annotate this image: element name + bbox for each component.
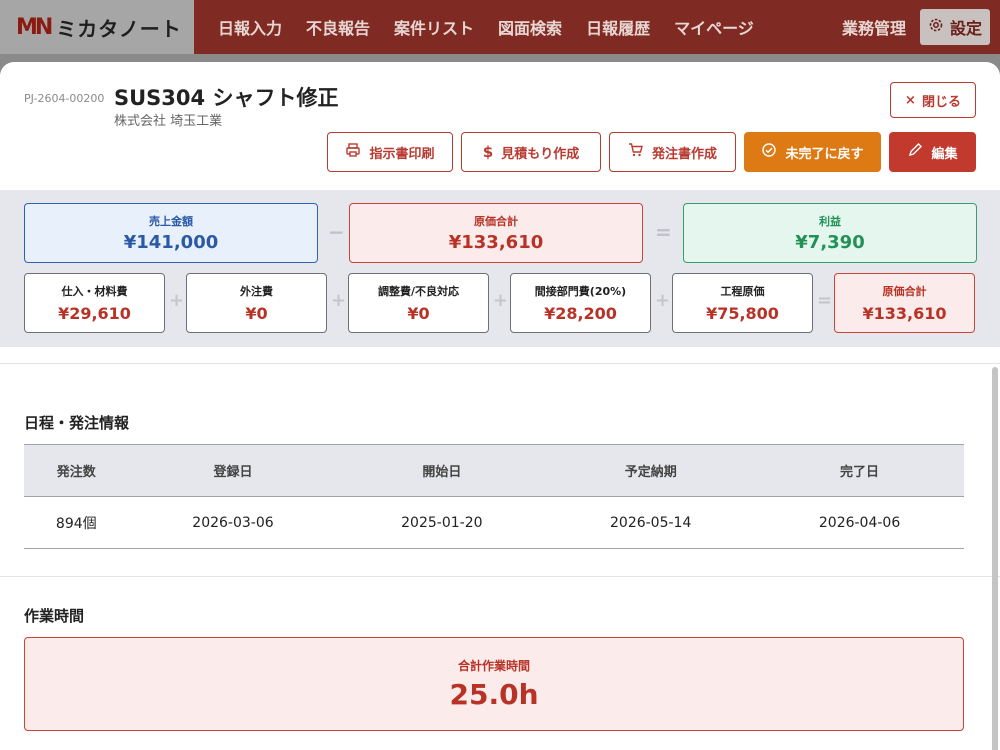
close-button[interactable]: × 閉じる bbox=[890, 82, 976, 118]
close-icon: × bbox=[905, 92, 916, 108]
equals-operator: = bbox=[655, 220, 672, 244]
edit-label: 編集 bbox=[931, 146, 958, 162]
incomplete-label: 未完了に戻す bbox=[785, 146, 864, 162]
breakdown-label: 間接部門費(20%) bbox=[534, 285, 627, 298]
schedule-table: 発注数 登録日 開始日 予定納期 完了日 894個 2026-03-06 202… bbox=[24, 444, 964, 549]
create-order-button[interactable]: 発注書作成 bbox=[609, 132, 736, 172]
total-work-time-value: 25.0h bbox=[449, 678, 539, 711]
top-nav: MN ミカタノート 日報入力 不良報告 案件リスト 図面検索 日報履歴 マイペー… bbox=[0, 0, 1000, 54]
profit-card: 利益 ¥7,390 bbox=[683, 203, 977, 263]
column-header: 発注数 bbox=[24, 444, 129, 497]
project-detail-sheet: PJ-2604-00200 SUS304 シャフト修正 株式会社 埼玉工業 × … bbox=[0, 62, 1000, 750]
nav-bar: 日報入力 不良報告 案件リスト 図面検索 日報履歴 マイページ 業務管理 設定 bbox=[194, 0, 1000, 54]
settings-button[interactable]: 設定 bbox=[919, 9, 990, 45]
nav-item-project-list[interactable]: 案件リスト bbox=[394, 15, 474, 39]
breakdown-value: ¥133,610 bbox=[862, 304, 947, 323]
nav-item-drawing-search[interactable]: 図面検索 bbox=[498, 15, 562, 39]
plus-operator: + bbox=[655, 290, 671, 311]
registered-date: 2026-03-06 bbox=[128, 496, 338, 549]
cost-total-breakdown-card: 原価合計 ¥133,610 bbox=[834, 273, 975, 333]
equals-operator: = bbox=[817, 290, 833, 311]
logo[interactable]: MN ミカタノート bbox=[0, 0, 194, 54]
process-cost-card: 工程原価 ¥75,800 bbox=[672, 273, 813, 333]
table-header-row: 発注数 登録日 開始日 予定納期 完了日 bbox=[24, 444, 964, 497]
logo-mark: MN bbox=[16, 14, 53, 40]
printer-icon bbox=[345, 142, 361, 162]
breakdown-value: ¥28,200 bbox=[544, 304, 617, 323]
profit-label: 利益 bbox=[819, 215, 841, 228]
nav-item-business[interactable]: 業務管理 bbox=[842, 15, 906, 39]
indirect-cost-card: 間接部門費(20%) ¥28,200 bbox=[510, 273, 651, 333]
project-id: PJ-2604-00200 bbox=[24, 92, 105, 105]
cost-total-card: 原価合計 ¥133,610 bbox=[349, 203, 643, 263]
nav-item-defect-report[interactable]: 不良報告 bbox=[306, 15, 370, 39]
sales-label: 売上金額 bbox=[149, 215, 193, 228]
estimate-label: 見積もり作成 bbox=[501, 146, 580, 162]
edit-button[interactable]: 編集 bbox=[889, 132, 976, 172]
project-title: SUS304 シャフト修正 bbox=[114, 86, 339, 110]
mark-incomplete-button[interactable]: 未完了に戻す bbox=[744, 132, 881, 172]
order-label: 発注書作成 bbox=[651, 146, 717, 162]
breakdown-label: 工程原価 bbox=[720, 285, 765, 298]
column-header: 完了日 bbox=[755, 444, 964, 497]
dollar-icon: $ bbox=[482, 143, 494, 161]
breakdown-label: 原価合計 bbox=[882, 285, 927, 298]
due-date: 2026-05-14 bbox=[546, 496, 756, 549]
nav-item-my-page[interactable]: マイページ bbox=[674, 15, 754, 39]
settings-label: 設定 bbox=[949, 19, 982, 38]
schedule-section-title: 日程・発注情報 bbox=[24, 414, 130, 432]
breakdown-value: ¥29,610 bbox=[58, 304, 131, 323]
gear-icon bbox=[928, 17, 944, 37]
project-header: PJ-2604-00200 SUS304 シャフト修正 株式会社 埼玉工業 × … bbox=[0, 62, 1000, 190]
profit-value: ¥7,390 bbox=[795, 232, 865, 253]
breakdown-value: ¥0 bbox=[407, 304, 430, 323]
total-work-time-label: 合計作業時間 bbox=[457, 659, 530, 673]
cost-summary: 売上金額 ¥141,000 − 原価合計 ¥133,610 = 利益 ¥7,39… bbox=[0, 190, 1000, 347]
plus-operator: + bbox=[169, 290, 185, 311]
create-estimate-button[interactable]: $ 見積もり作成 bbox=[461, 132, 601, 172]
cart-icon bbox=[628, 142, 644, 162]
plus-operator: + bbox=[493, 290, 509, 311]
scrollbar[interactable] bbox=[992, 367, 998, 750]
check-circle-icon bbox=[761, 142, 777, 162]
order-quantity: 894個 bbox=[24, 496, 129, 549]
plus-operator: + bbox=[331, 290, 347, 311]
cost-total-value: ¥133,610 bbox=[448, 232, 544, 253]
total-work-time-card: 合計作業時間 25.0h bbox=[24, 637, 964, 731]
section-divider bbox=[0, 363, 1000, 364]
outsourcing-cost-card: 外注費 ¥0 bbox=[186, 273, 327, 333]
breakdown-label: 仕入・材料費 bbox=[61, 285, 128, 298]
breakdown-label: 調整費/不良対応 bbox=[377, 285, 460, 298]
completed-date: 2026-04-06 bbox=[755, 496, 964, 549]
column-header: 開始日 bbox=[337, 444, 547, 497]
pencil-icon bbox=[907, 142, 923, 162]
print-instructions-button[interactable]: 指示書印刷 bbox=[327, 132, 453, 172]
sales-value: ¥141,000 bbox=[123, 232, 219, 253]
action-bar: 指示書印刷 $ 見積もり作成 発注書作成 未完了に戻す 編集 bbox=[327, 132, 976, 172]
section-divider bbox=[0, 576, 1000, 577]
logo-text: ミカタノート bbox=[56, 16, 182, 41]
close-label: 閉じる bbox=[921, 94, 961, 110]
sales-amount-card: 売上金額 ¥141,000 bbox=[24, 203, 318, 263]
column-header: 予定納期 bbox=[546, 444, 756, 497]
breakdown-label: 外注費 bbox=[240, 285, 273, 298]
adjustment-cost-card: 調整費/不良対応 ¥0 bbox=[348, 273, 489, 333]
work-time-section-title: 作業時間 bbox=[24, 607, 85, 625]
start-date: 2025-01-20 bbox=[337, 496, 547, 549]
breakdown-value: ¥0 bbox=[245, 304, 268, 323]
breakdown-value: ¥75,800 bbox=[706, 304, 779, 323]
nav-item-daily-input[interactable]: 日報入力 bbox=[218, 15, 282, 39]
table-row: 894個 2026-03-06 2025-01-20 2026-05-14 20… bbox=[24, 496, 964, 549]
company-name: 株式会社 埼玉工業 bbox=[114, 114, 223, 129]
material-cost-card: 仕入・材料費 ¥29,610 bbox=[24, 273, 165, 333]
print-label: 指示書印刷 bbox=[369, 146, 435, 162]
cost-total-label: 原価合計 bbox=[474, 215, 518, 228]
nav-item-daily-history[interactable]: 日報履歴 bbox=[586, 15, 650, 39]
column-header: 登録日 bbox=[128, 444, 338, 497]
minus-operator: − bbox=[328, 220, 345, 244]
